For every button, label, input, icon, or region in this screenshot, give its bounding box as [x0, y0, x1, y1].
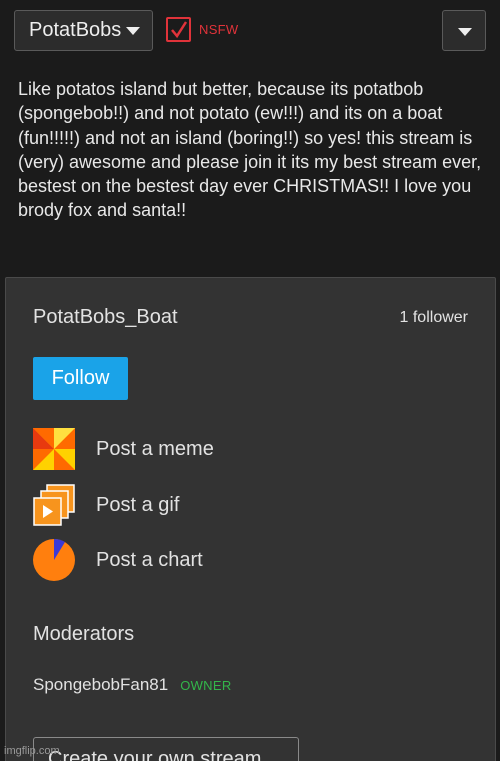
imgflip-watermark: imgflip.com [4, 745, 60, 757]
check-icon [171, 21, 188, 39]
chevron-down-icon [458, 28, 472, 36]
menu-dropdown-button[interactable] [442, 10, 486, 51]
gif-icon [33, 484, 75, 526]
create-stream-button[interactable]: Create your own stream [33, 737, 299, 761]
moderator-row: SpongebobFan81 OWNER [33, 675, 232, 695]
stream-description: Like potatos island but better, because … [18, 79, 482, 221]
chevron-down-icon [126, 27, 140, 35]
chart-icon [33, 539, 75, 581]
meme-icon [33, 428, 75, 470]
owner-badge: OWNER [180, 678, 232, 693]
nsfw-checkbox[interactable] [166, 17, 191, 42]
nsfw-toggle[interactable]: NSFW [166, 17, 238, 42]
stream-info-panel: PotatBobs_Boat 1 follower Follow Post a … [5, 277, 496, 761]
moderator-name-link[interactable]: SpongebobFan81 [33, 675, 168, 695]
stream-selector[interactable]: PotatBobs [14, 10, 153, 51]
post-meme-action[interactable]: Post a meme [33, 428, 214, 470]
follower-count: 1 follower [399, 309, 468, 326]
stream-selector-label: PotatBobs [29, 19, 122, 41]
post-chart-label: Post a chart [96, 548, 203, 571]
post-chart-action[interactable]: Post a chart [33, 539, 203, 581]
stream-title: PotatBobs_Boat [33, 306, 178, 328]
post-gif-action[interactable]: Post a gif [33, 484, 179, 526]
nsfw-label: NSFW [199, 22, 239, 37]
moderators-heading: Moderators [33, 623, 135, 645]
top-bar: PotatBobs NSFW [0, 0, 500, 62]
post-meme-label: Post a meme [96, 437, 214, 460]
follow-button[interactable]: Follow [33, 357, 128, 400]
post-gif-label: Post a gif [96, 493, 180, 516]
